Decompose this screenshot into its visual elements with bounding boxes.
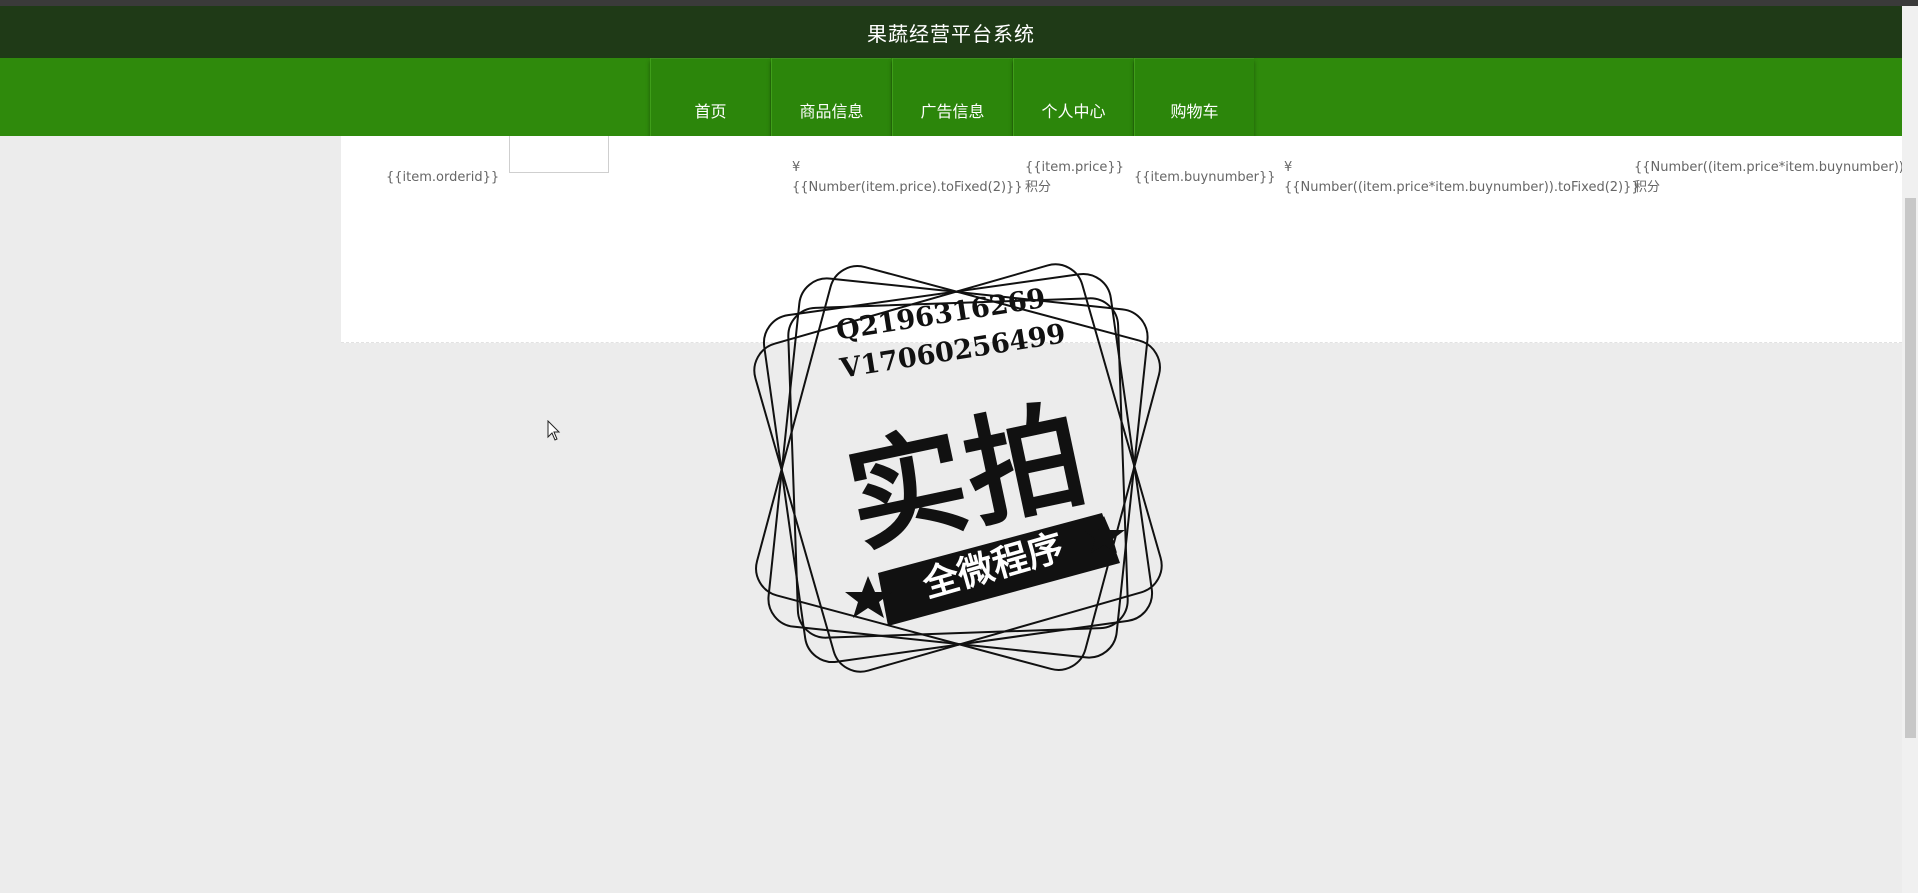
nav-item-products[interactable]: 商品信息 bbox=[771, 58, 891, 136]
watermark-stamp: Q2196316269 V17060256499 实拍 全微程序 bbox=[748, 258, 1168, 678]
price-cell: ¥ {{Number(item.price).toFixed(2)}} bbox=[792, 158, 1023, 198]
nav-item-profile[interactable]: 个人中心 bbox=[1013, 58, 1133, 136]
site-title-bar: 果蔬经营平台系统 bbox=[0, 6, 1902, 58]
nav-item-label: 商品信息 bbox=[799, 102, 864, 121]
site-title: 果蔬经营平台系统 bbox=[867, 21, 1035, 46]
points-total-cell: {{Number((item.price*item.buynumber)).to… bbox=[1634, 158, 1902, 198]
page-scrollbar-thumb[interactable] bbox=[1905, 198, 1916, 738]
total-value: {{Number((item.price*item.buynumber)).to… bbox=[1284, 180, 1640, 195]
currency-symbol: ¥ bbox=[792, 160, 801, 175]
total-cell: ¥ {{Number((item.price*item.buynumber)).… bbox=[1284, 158, 1640, 198]
mouse-pointer-icon bbox=[547, 420, 561, 441]
nav-item-ads[interactable]: 广告信息 bbox=[892, 58, 1012, 136]
nav-item-label: 购物车 bbox=[1170, 102, 1219, 121]
main-nav-bar: 首页 商品信息 广告信息 个人中心 购物车 bbox=[0, 58, 1902, 136]
points-price-cell: {{item.price}} 积分 bbox=[1025, 158, 1124, 198]
points-price-value: {{item.price}} bbox=[1025, 160, 1124, 175]
nav-item-cart[interactable]: 购物车 bbox=[1134, 58, 1254, 136]
points-total-value: {{Number((item.price*item.buynumber)).to… bbox=[1634, 160, 1902, 175]
nav-menu: 首页 商品信息 广告信息 个人中心 购物车 bbox=[650, 58, 1255, 136]
currency-symbol: ¥ bbox=[1284, 160, 1293, 175]
nav-item-label: 首页 bbox=[694, 102, 727, 121]
points-unit: 积分 bbox=[1025, 180, 1052, 195]
product-image-placeholder bbox=[509, 136, 609, 173]
order-id-cell: {{item.orderid}} bbox=[386, 170, 500, 185]
nav-item-label: 个人中心 bbox=[1041, 102, 1106, 121]
nav-item-home[interactable]: 首页 bbox=[650, 58, 770, 136]
points-total-unit: 积分 bbox=[1634, 180, 1661, 195]
nav-item-label: 广告信息 bbox=[920, 102, 985, 121]
buy-number-cell: {{item.buynumber}} bbox=[1134, 170, 1276, 185]
price-value: {{Number(item.price).toFixed(2)}} bbox=[792, 180, 1023, 195]
